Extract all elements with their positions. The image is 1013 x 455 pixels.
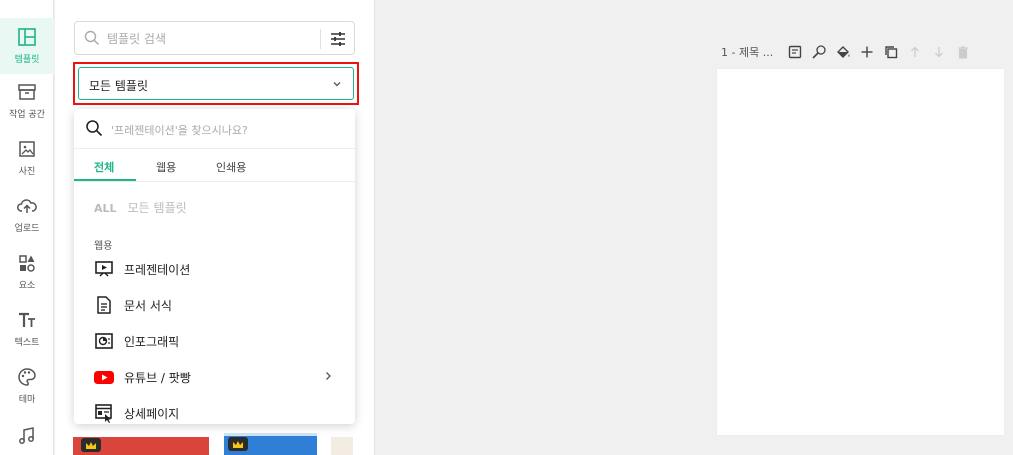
move-down-icon <box>927 42 951 62</box>
palette-icon <box>18 368 36 386</box>
move-up-icon <box>903 42 927 62</box>
layout-icon <box>18 28 36 46</box>
rail-label: 요소 <box>18 281 36 291</box>
shapes-icon <box>19 255 35 272</box>
menu-item-label: 인포그래픽 <box>124 334 180 349</box>
rail-item-theme[interactable]: 테마 <box>0 358 54 414</box>
rail-item-text[interactable]: 텍스트 <box>0 301 54 357</box>
detail-page-icon <box>94 403 114 423</box>
chevron-down-icon <box>333 82 341 87</box>
left-rail: 템플릿 작업 공간 사진 업로드 요소 텍스트 테마 <box>0 0 54 455</box>
menu-item-label: 문서 서식 <box>124 298 172 313</box>
tab-print[interactable]: 인쇄용 <box>216 159 246 175</box>
design-page-canvas[interactable] <box>717 69 1004 435</box>
rail-item-elements[interactable]: 요소 <box>0 244 54 300</box>
rail-label: 사진 <box>18 167 36 177</box>
music-note-icon <box>19 427 34 444</box>
rail-label: 작업 공간 <box>9 110 45 120</box>
archive-box-icon <box>18 84 36 100</box>
template-search[interactable] <box>74 21 355 55</box>
document-icon <box>94 295 114 315</box>
text-icon <box>19 312 35 327</box>
presentation-icon <box>94 259 114 279</box>
rail-label: 테마 <box>18 395 36 405</box>
template-thumbnail[interactable] <box>331 437 353 455</box>
tab-all[interactable]: 전체 <box>94 159 114 175</box>
filter-sliders-icon[interactable] <box>327 28 349 50</box>
magic-wand-icon[interactable] <box>807 42 831 62</box>
active-tab-indicator <box>74 179 136 181</box>
menu-item-youtube-podcast[interactable]: 유튜브 / 팟빵 <box>94 364 334 390</box>
cloud-upload-icon <box>17 199 37 213</box>
menu-item-infographic[interactable]: 인포그래픽 <box>94 328 334 354</box>
page-toolbar: 1 - 제목 ... <box>721 42 975 62</box>
template-thumbnail[interactable] <box>73 437 209 455</box>
dropdown-search-placeholder: '프레젠테이션'을 찾으시나요? <box>111 124 248 137</box>
delete-page-icon <box>951 42 975 62</box>
menu-item-label: 유튜브 / 팟빵 <box>124 370 191 385</box>
menu-item-label: 상세페이지 <box>124 406 180 421</box>
note-icon[interactable] <box>783 42 807 62</box>
select-value: 모든 템플릿 <box>89 79 149 93</box>
chevron-right-icon <box>326 372 331 380</box>
menu-item-detail-page[interactable]: 상세페이지 <box>94 400 334 424</box>
rail-item-photos[interactable]: 사진 <box>0 130 54 186</box>
paint-bucket-icon[interactable] <box>831 42 855 62</box>
crown-icon <box>81 438 101 452</box>
template-search-input[interactable] <box>107 28 307 50</box>
all-badge: ALL <box>94 202 117 215</box>
rail-label: 업로드 <box>14 224 40 234</box>
rail-label: 텍스트 <box>14 338 40 348</box>
infographic-icon <box>94 331 114 351</box>
rail-label: 템플릿 <box>14 55 40 65</box>
rail-item-templates[interactable]: 템플릿 <box>0 18 54 74</box>
category-tabs: 전체 웹용 인쇄용 <box>74 150 355 182</box>
all-templates-label: 모든 템플릿 <box>127 201 187 215</box>
search-icon <box>84 30 99 45</box>
section-label-web: 웹용 <box>94 241 113 252</box>
menu-item-presentation[interactable]: 프레젠테이션 <box>94 256 334 282</box>
rail-item-workspace[interactable]: 작업 공간 <box>0 73 54 129</box>
crown-icon <box>228 437 248 451</box>
divider <box>320 29 321 49</box>
youtube-icon <box>94 367 114 387</box>
search-icon <box>86 120 103 137</box>
dropdown-search[interactable]: '프레젠테이션'을 찾으시나요? <box>74 109 355 149</box>
tab-web[interactable]: 웹용 <box>156 159 176 175</box>
menu-item-label: 프레젠테이션 <box>124 262 191 277</box>
template-category-select[interactable]: 모든 템플릿 <box>78 67 354 100</box>
rail-item-music[interactable] <box>0 417 54 455</box>
highlight-box: 모든 템플릿 <box>73 62 359 105</box>
all-templates-option[interactable]: ALL 모든 템플릿 <box>94 197 187 216</box>
duplicate-page-icon[interactable] <box>879 42 903 62</box>
add-page-icon[interactable] <box>855 42 879 62</box>
page-title[interactable]: 1 - 제목 ... <box>721 44 773 60</box>
rail-item-upload[interactable]: 업로드 <box>0 187 54 243</box>
template-thumbnail[interactable] <box>224 433 317 455</box>
menu-item-document[interactable]: 문서 서식 <box>94 292 334 318</box>
template-category-dropdown: '프레젠테이션'을 찾으시나요? 전체 웹용 인쇄용 ALL 모든 템플릿 웹용… <box>74 109 355 424</box>
image-icon <box>19 141 35 157</box>
